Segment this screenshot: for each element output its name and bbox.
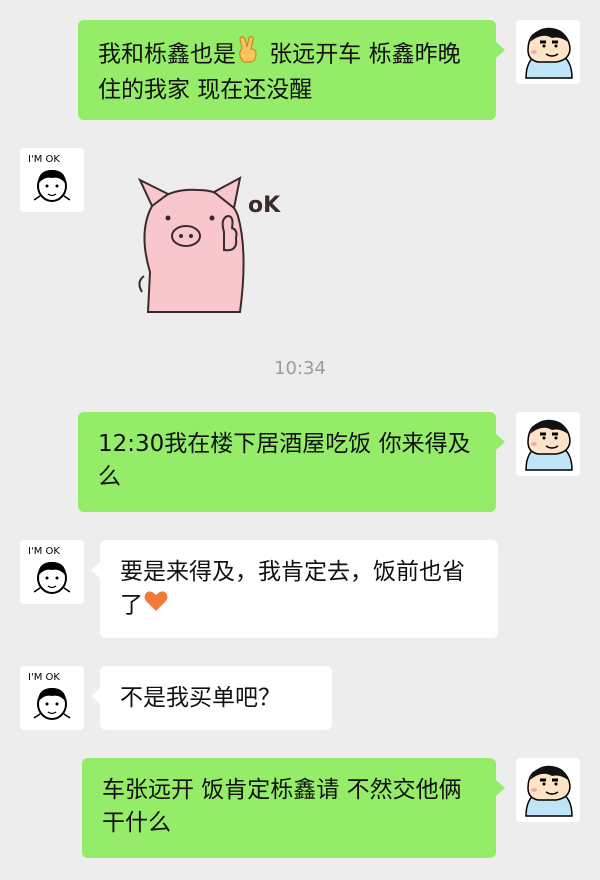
message-text: 不是我买单吧？ bbox=[120, 685, 281, 711]
message-text: 要是来得及，我肯定去，饭前也省了 bbox=[120, 559, 465, 619]
bubble-tail bbox=[496, 42, 505, 58]
avatar-caption: I'M OK bbox=[28, 672, 60, 683]
chat-window: 我和栎鑫也是 张远开车 栎鑫昨晚住的我家 现在还没醒 I'M OK oK 10:… bbox=[0, 0, 600, 880]
message-text: 12:30我在楼下居酒屋吃饭 你来得及么 bbox=[98, 431, 471, 490]
bubble-tail bbox=[496, 434, 505, 450]
message-text: 我和栎鑫也是 bbox=[98, 41, 236, 68]
my-avatar[interactable] bbox=[516, 20, 580, 84]
bubble-tail bbox=[496, 780, 505, 796]
chat-bubble-incoming[interactable]: 要是来得及，我肯定去，饭前也省了 bbox=[100, 540, 498, 638]
im-ok-meme-avatar-icon: I'M OK bbox=[20, 540, 84, 604]
orange-heart-icon bbox=[143, 589, 169, 623]
my-avatar[interactable] bbox=[516, 412, 580, 476]
pig-ok-sticker[interactable]: oK bbox=[128, 172, 298, 318]
sticker-ok-text: oK bbox=[248, 193, 281, 218]
bubble-tail bbox=[91, 688, 100, 704]
their-avatar[interactable]: I'M OK bbox=[20, 148, 84, 212]
chat-bubble-outgoing[interactable]: 我和栎鑫也是 张远开车 栎鑫昨晚住的我家 现在还没醒 bbox=[78, 20, 496, 120]
crayon-shinchan-avatar-icon bbox=[516, 758, 580, 822]
message-text: 车张远开 饭肯定栎鑫请 不然交他俩干什么 bbox=[102, 777, 462, 836]
avatar-caption: I'M OK bbox=[28, 546, 60, 557]
their-avatar[interactable]: I'M OK bbox=[20, 666, 84, 730]
avatar-caption: I'M OK bbox=[28, 154, 60, 165]
my-avatar[interactable] bbox=[516, 758, 580, 822]
chat-bubble-incoming[interactable]: 不是我买单吧？ bbox=[100, 666, 332, 730]
their-avatar[interactable]: I'M OK bbox=[20, 540, 84, 604]
message-timestamp: 10:34 bbox=[274, 358, 326, 379]
victory-hand-icon bbox=[236, 36, 262, 74]
crayon-shinchan-avatar-icon bbox=[516, 412, 580, 476]
chat-bubble-outgoing[interactable]: 12:30我在楼下居酒屋吃饭 你来得及么 bbox=[78, 412, 496, 512]
chat-bubble-outgoing[interactable]: 车张远开 饭肯定栎鑫请 不然交他俩干什么 bbox=[82, 758, 496, 858]
im-ok-meme-avatar-icon: I'M OK bbox=[20, 148, 84, 212]
crayon-shinchan-avatar-icon bbox=[516, 20, 580, 84]
bubble-tail bbox=[91, 562, 100, 578]
im-ok-meme-avatar-icon: I'M OK bbox=[20, 666, 84, 730]
